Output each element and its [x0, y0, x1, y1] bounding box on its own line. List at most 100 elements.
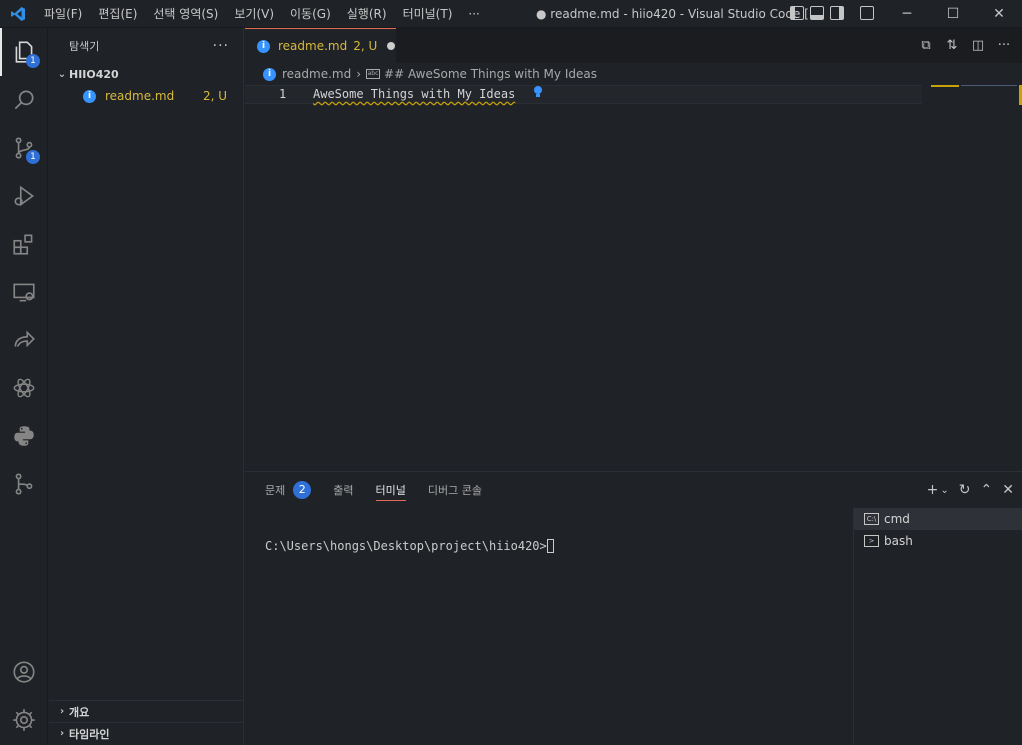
terminal-item-cmd[interactable]: C:\ cmd: [854, 508, 1022, 530]
bottom-panel: 문제 2 출력 터미널 디버그 콘솔 + ⌄ ↻ ⌃ ✕ C:\Users\ho…: [245, 471, 1022, 745]
toggle-secondary-sidebar-icon[interactable]: [830, 6, 844, 20]
code-line-text[interactable]: AweSome Things with My Ideas: [313, 87, 515, 101]
terminal-name: bash: [884, 534, 913, 548]
unsaved-dot-icon[interactable]: [387, 42, 396, 50]
open-changes-icon[interactable]: ⇅: [944, 38, 960, 53]
new-terminal-icon[interactable]: +: [927, 482, 939, 498]
minimize-button[interactable]: ─: [884, 0, 930, 28]
editor-area: i readme.md 2, U ⧉ ⇅ ◫ ··· i readme.md ›…: [245, 28, 1022, 471]
terminal-output[interactable]: C:\Users\hongs\Desktop\project\hiio420>: [265, 539, 554, 553]
remote-explorer-icon[interactable]: [0, 268, 48, 316]
panel-actions: + ⌄ ↻ ⌃ ✕: [927, 472, 1014, 508]
more-actions-icon[interactable]: ···: [996, 38, 1012, 53]
customize-layout-icon[interactable]: [860, 6, 874, 20]
cmd-icon: C:\: [864, 513, 879, 525]
toggle-panel-icon[interactable]: [810, 6, 824, 20]
restart-terminal-icon[interactable]: ↻: [959, 482, 971, 498]
workspace-folder[interactable]: ⌄ HIIO420: [49, 63, 243, 85]
problems-badge: 2: [293, 481, 312, 499]
menu-bar: 파일(F) 편집(E) 선택 영역(S) 보기(V) 이동(G) 실행(R) 터…: [36, 0, 488, 28]
chevron-down-icon[interactable]: ⌄: [940, 485, 948, 496]
menu-go[interactable]: 이동(G): [282, 0, 339, 28]
string-symbol-icon: abc: [366, 69, 381, 79]
breadcrumb: i readme.md › abc ## AweSome Things with…: [245, 63, 1022, 85]
menu-file[interactable]: 파일(F): [36, 0, 90, 28]
terminal-icon: >: [864, 535, 879, 547]
menu-view[interactable]: 보기(V): [226, 0, 282, 28]
tab-label: 디버그 콘솔: [427, 484, 482, 497]
git-graph-icon[interactable]: [0, 460, 48, 508]
editor-actions: ⧉ ⇅ ◫ ···: [918, 28, 1012, 63]
info-icon: i: [83, 89, 96, 103]
file-item-readme[interactable]: i readme.md 2, U: [49, 85, 243, 107]
tab-output[interactable]: 출력: [333, 472, 353, 508]
chevron-down-icon: ⌄: [57, 68, 67, 80]
window-controls: ─ ☐ ✕: [884, 0, 1022, 28]
outline-label: 개요: [69, 705, 90, 719]
minimap-warning-mark: [931, 85, 959, 87]
tab-label: readme.md: [278, 39, 348, 53]
tab-label: 문제: [265, 484, 286, 497]
settings-gear-icon[interactable]: [0, 696, 48, 744]
menu-run[interactable]: 실행(R): [339, 0, 395, 28]
chevron-right-icon: ›: [59, 706, 65, 717]
menu-terminal[interactable]: 터미널(T): [395, 0, 461, 28]
file-name: readme.md: [105, 89, 175, 103]
tab-terminal[interactable]: 터미널: [375, 472, 407, 508]
open-preview-icon[interactable]: ⧉: [918, 38, 934, 53]
sidebar-header: 탐색기 ···: [49, 28, 243, 63]
sidebar-title: 탐색기: [69, 39, 100, 53]
editor-tab-bar: i readme.md 2, U ⧉ ⇅ ◫ ···: [245, 28, 1022, 63]
info-icon: i: [257, 39, 270, 53]
explorer-icon[interactable]: 1: [0, 28, 48, 76]
timeline-label: 타임라인: [69, 727, 110, 741]
layout-controls: [790, 6, 874, 20]
close-button[interactable]: ✕: [976, 0, 1022, 28]
terminal-name: cmd: [884, 512, 910, 526]
tab-label: 출력: [333, 484, 354, 497]
search-icon[interactable]: [0, 76, 48, 124]
vscode-logo-icon: [0, 0, 36, 28]
menu-edit[interactable]: 편집(E): [90, 0, 145, 28]
window-title: ● readme.md - hiio420 - Visual Studio Co…: [536, 7, 821, 21]
maximize-button[interactable]: ☐: [930, 0, 976, 28]
outline-section[interactable]: › 개요: [49, 700, 244, 722]
info-icon: i: [263, 67, 276, 81]
chevron-right-icon: ›: [59, 728, 65, 739]
maximize-panel-icon[interactable]: ⌃: [981, 482, 993, 498]
title-bar: 파일(F) 편집(E) 선택 영역(S) 보기(V) 이동(G) 실행(R) 터…: [0, 0, 1022, 28]
live-share-icon[interactable]: [0, 316, 48, 364]
sidebar-more-actions[interactable]: ···: [213, 38, 229, 54]
terminal-cursor: [546, 539, 554, 553]
tab-debug-console[interactable]: 디버그 콘솔: [428, 472, 482, 508]
terminal-list: C:\ cmd > bash: [853, 508, 1022, 745]
toggle-primary-sidebar-icon[interactable]: [790, 6, 804, 20]
extensions-icon[interactable]: [0, 220, 48, 268]
explorer-sidebar: 탐색기 ··· ⌄ HIIO420 i readme.md 2, U › 개요 …: [49, 28, 244, 745]
activity-bar: 1 1: [0, 28, 48, 745]
python-icon[interactable]: [0, 412, 48, 460]
react-extension-icon[interactable]: [0, 364, 48, 412]
tab-status: 2, U: [353, 39, 378, 53]
tab-readme[interactable]: i readme.md 2, U: [245, 28, 396, 63]
file-status: 2, U: [202, 89, 227, 103]
close-panel-icon[interactable]: ✕: [1002, 482, 1014, 498]
run-debug-icon[interactable]: [0, 172, 48, 220]
source-control-icon[interactable]: 1: [0, 124, 48, 172]
tab-problems[interactable]: 문제 2: [265, 472, 312, 508]
scm-badge: 1: [26, 150, 40, 164]
account-icon[interactable]: [0, 648, 48, 696]
split-editor-icon[interactable]: ◫: [970, 38, 986, 53]
panel-tabs: 문제 2 출력 터미널 디버그 콘솔: [265, 472, 482, 508]
minimap-line: [961, 85, 1017, 86]
lightbulb-icon[interactable]: [532, 85, 544, 99]
breadcrumb-file[interactable]: readme.md: [282, 67, 351, 81]
breadcrumb-symbol[interactable]: ## AweSome Things with My Ideas: [384, 67, 597, 81]
menu-selection[interactable]: 선택 영역(S): [145, 0, 226, 28]
menu-more[interactable]: ···: [460, 0, 487, 28]
folder-name: HIIO420: [69, 67, 119, 81]
tab-label: 터미널: [375, 484, 406, 497]
explorer-badge: 1: [26, 54, 40, 68]
terminal-item-bash[interactable]: > bash: [854, 530, 1022, 552]
timeline-section[interactable]: › 타임라인: [49, 722, 244, 744]
